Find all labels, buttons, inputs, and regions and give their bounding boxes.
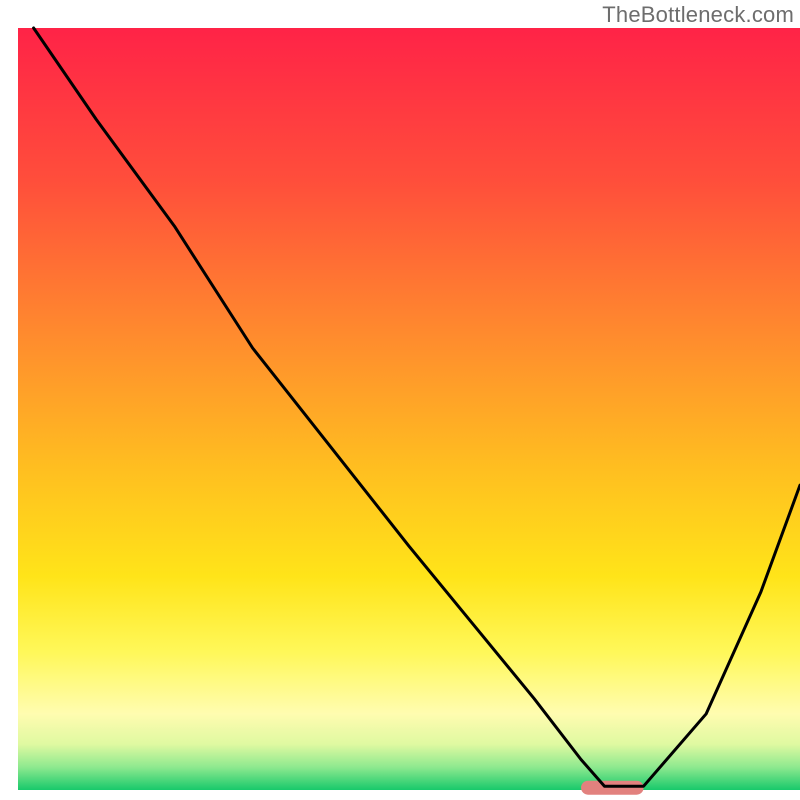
- watermark-label: TheBottleneck.com: [602, 2, 794, 28]
- plot-area: [18, 28, 800, 795]
- optimal-range-marker: [581, 781, 644, 795]
- bottleneck-chart: TheBottleneck.com: [0, 0, 800, 800]
- gradient-background: [18, 28, 800, 790]
- chart-canvas: [0, 0, 800, 800]
